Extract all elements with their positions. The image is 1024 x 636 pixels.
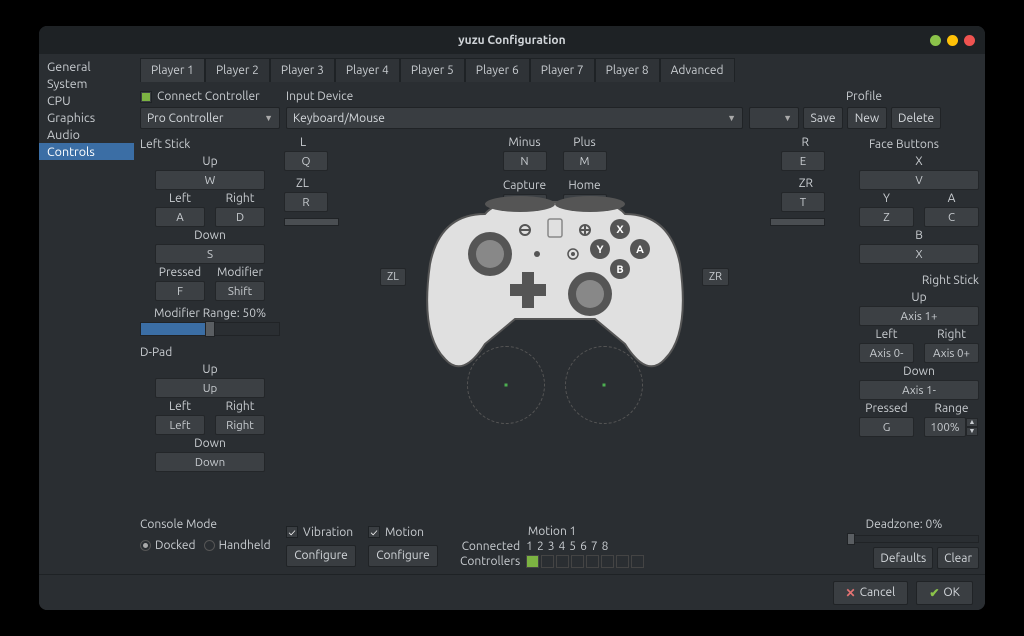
zr-indicator: ZR <box>702 268 729 286</box>
save-button[interactable]: Save <box>803 107 843 129</box>
vibration-check[interactable]: Vibration <box>286 526 356 539</box>
chevron-down-icon: ▼ <box>264 113 273 123</box>
dpad-left-button[interactable]: Left <box>155 415 205 435</box>
lstick-up-button[interactable]: W <box>155 170 265 190</box>
minimize-icon[interactable] <box>930 35 941 46</box>
sidebar-item-cpu[interactable]: CPU <box>39 92 134 109</box>
sidebar-item-audio[interactable]: Audio <box>39 126 134 143</box>
rstick-left-button[interactable]: Axis 0- <box>859 343 914 363</box>
controller-type-select[interactable]: Pro Controller▼ <box>140 107 280 129</box>
minus-button[interactable]: N <box>503 151 547 171</box>
tab-player7[interactable]: Player 7 <box>530 58 595 82</box>
right-stick-title: Right Stick <box>922 272 979 289</box>
ok-button[interactable]: ✔OK <box>916 581 973 605</box>
ok-icon: ✔ <box>929 586 939 600</box>
maximize-icon[interactable] <box>947 35 958 46</box>
svg-text:B: B <box>616 264 623 276</box>
plus-button[interactable]: M <box>563 151 607 171</box>
tab-player3[interactable]: Player 3 <box>270 58 335 82</box>
player-tabs: Player 1 Player 2 Player 3 Player 4 Play… <box>140 58 979 82</box>
lstick-pressed-button[interactable]: F <box>155 281 205 301</box>
sidebar-item-general[interactable]: General <box>39 58 134 75</box>
docked-radio[interactable]: Docked <box>140 539 196 552</box>
face-x-button[interactable]: V <box>859 170 979 190</box>
profile-select[interactable]: ▼ <box>749 107 799 129</box>
connect-controller-check[interactable]: Connect Controller <box>140 90 280 103</box>
tab-player5[interactable]: Player 5 <box>400 58 465 82</box>
clear-button[interactable]: Clear <box>937 547 979 569</box>
profile-label: Profile <box>749 90 979 103</box>
zl-indicator: ZL <box>380 268 406 286</box>
lstick-left-button[interactable]: A <box>155 207 205 227</box>
face-y-button[interactable]: Z <box>859 207 914 227</box>
input-device-label: Input Device <box>286 90 743 103</box>
dpad-title: D-Pad <box>140 344 280 361</box>
deadzone-slider[interactable] <box>849 535 979 543</box>
sidebar-item-graphics[interactable]: Graphics <box>39 109 134 126</box>
chevron-down-icon: ▼ <box>727 113 736 123</box>
lstick-right-button[interactable]: D <box>215 207 265 227</box>
svg-text:A: A <box>636 244 644 256</box>
sidebar-item-controls[interactable]: Controls <box>39 143 134 160</box>
checkbox-icon <box>140 91 152 103</box>
config-window: yuzu Configuration General System CPU Gr… <box>39 26 985 610</box>
modifier-range-slider[interactable] <box>140 322 280 336</box>
tab-player8[interactable]: Player 8 <box>595 58 660 82</box>
tab-player6[interactable]: Player 6 <box>465 58 530 82</box>
motion-configure-button[interactable]: Configure <box>368 545 438 567</box>
svg-text:X: X <box>616 224 624 236</box>
zr-slider[interactable] <box>770 218 825 226</box>
chevron-down-icon: ▼ <box>783 113 792 123</box>
tab-advanced[interactable]: Advanced <box>660 58 735 82</box>
range-up[interactable]: ▲ <box>966 418 978 427</box>
zr-button[interactable]: T <box>781 192 825 212</box>
dpad-down-button[interactable]: Down <box>155 452 265 472</box>
svg-text:Y: Y <box>596 244 603 256</box>
sidebar: General System CPU Graphics Audio Contro… <box>39 54 134 574</box>
vibration-configure-button[interactable]: Configure <box>286 545 356 567</box>
deadzone-label: Deadzone: 0% <box>866 518 943 531</box>
controller-leds <box>526 555 644 568</box>
face-a-button[interactable]: C <box>924 207 979 227</box>
face-buttons-title: Face Buttons <box>869 136 939 153</box>
face-b-button[interactable]: X <box>859 244 979 264</box>
rstick-pressed-button[interactable]: G <box>859 417 914 437</box>
r-button[interactable]: E <box>781 151 825 171</box>
rstick-right-button[interactable]: Axis 0+ <box>924 343 979 363</box>
cancel-button[interactable]: ✕Cancel <box>833 581 909 605</box>
tab-player1[interactable]: Player 1 <box>140 58 205 82</box>
delete-button[interactable]: Delete <box>891 107 941 129</box>
window-title: yuzu Configuration <box>458 34 565 47</box>
range-value[interactable]: 100% <box>924 417 966 437</box>
zl-button[interactable]: R <box>284 192 328 212</box>
cancel-icon: ✕ <box>846 586 856 600</box>
handheld-radio[interactable]: Handheld <box>204 539 271 552</box>
tab-player4[interactable]: Player 4 <box>335 58 400 82</box>
tab-player2[interactable]: Player 2 <box>205 58 270 82</box>
lstick-modifier-button[interactable]: Shift <box>215 281 265 301</box>
dpad-up-button[interactable]: Up <box>155 378 265 398</box>
connect-label: Connect Controller <box>157 90 260 103</box>
console-mode-group: Console Mode Docked Handheld <box>140 518 280 574</box>
titlebar: yuzu Configuration <box>39 26 985 54</box>
zl-slider[interactable] <box>284 218 339 226</box>
input-device-select[interactable]: Keyboard/Mouse▼ <box>286 107 743 129</box>
rstick-up-button[interactable]: Axis 1+ <box>859 306 979 326</box>
l-button[interactable]: Q <box>284 151 328 171</box>
motion-circles <box>467 346 643 424</box>
left-stick-title: Left Stick <box>140 136 280 153</box>
motion-check[interactable]: Motion <box>368 526 438 539</box>
rstick-down-button[interactable]: Axis 1- <box>859 380 979 400</box>
sidebar-item-system[interactable]: System <box>39 75 134 92</box>
defaults-button[interactable]: Defaults <box>873 547 933 569</box>
dpad-right-button[interactable]: Right <box>215 415 265 435</box>
close-icon[interactable] <box>964 35 975 46</box>
modifier-range-label: Modifier Range: 50% <box>140 307 280 320</box>
range-down[interactable]: ▼ <box>966 427 978 436</box>
lstick-down-button[interactable]: S <box>155 244 265 264</box>
new-button[interactable]: New <box>847 107 887 129</box>
